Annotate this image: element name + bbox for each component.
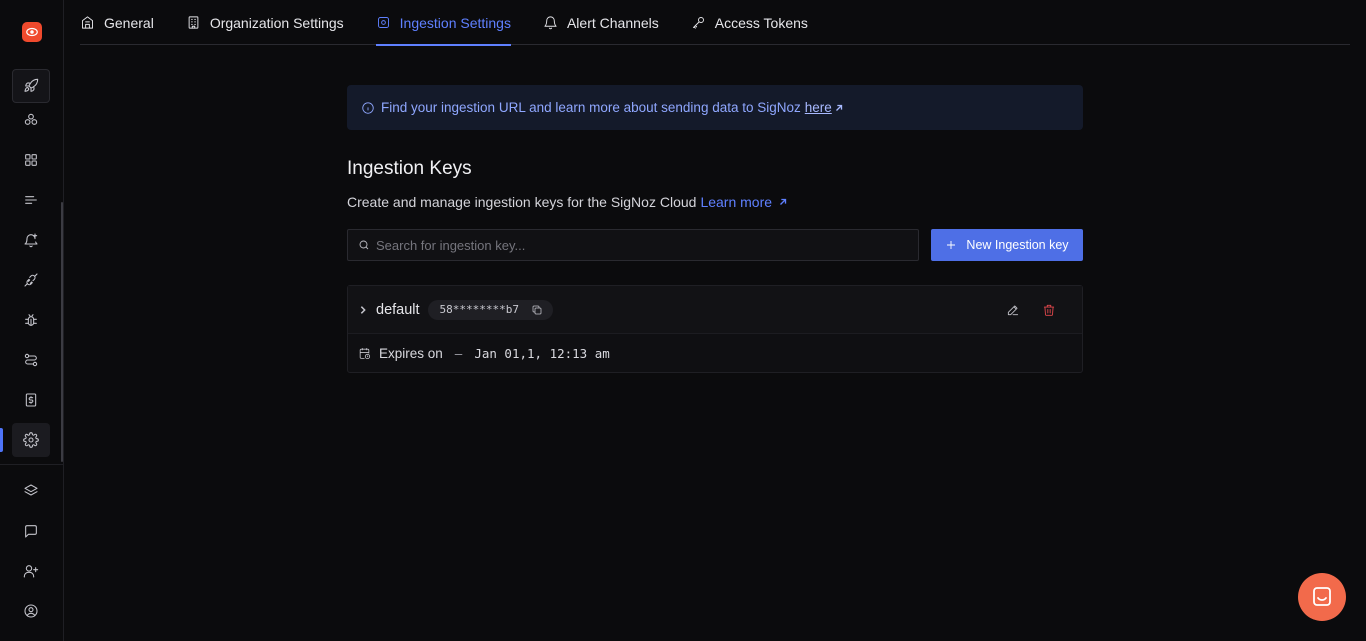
sidebar-dashboards[interactable]: [12, 143, 50, 177]
sidebar-divider: [0, 464, 64, 465]
layers-icon: [24, 484, 38, 496]
learn-more-link[interactable]: Learn more: [700, 194, 772, 210]
tab-general-label: General: [104, 14, 154, 31]
chat-support-button[interactable]: [1298, 573, 1346, 621]
key-expiry-row: Expires on – Jan 01,1, 12:13 am: [348, 334, 1082, 372]
sidebar: [0, 0, 64, 641]
tab-organization-settings[interactable]: Organization Settings: [186, 0, 344, 45]
sidebar-integrations[interactable]: [12, 263, 50, 297]
plug-icon: [24, 273, 38, 287]
copy-icon[interactable]: [531, 304, 543, 316]
tab-ingestion-settings-label: Ingestion Settings: [399, 14, 511, 31]
settings-icon: [377, 17, 389, 28]
ingestion-key-card: default 58********b7 Expires on – Jan 01…: [347, 285, 1083, 373]
rocket-icon: [24, 78, 39, 92]
info-banner-text: Find your ingestion URL and learn more a…: [381, 100, 801, 115]
signoz-logo[interactable]: [22, 22, 42, 42]
new-ingestion-key-label: New Ingestion key: [966, 238, 1069, 252]
route-icon: [24, 353, 38, 367]
user-plus-icon: [23, 565, 39, 578]
sidebar-scrollbar[interactable]: [61, 202, 63, 462]
user-circle-icon: [24, 604, 38, 618]
expires-separator: –: [454, 345, 463, 361]
page-subtitle-text: Create and manage ingestion keys for the…: [347, 194, 697, 210]
chevron-right-icon[interactable]: [358, 305, 368, 315]
eye-logo-icon: [26, 27, 38, 37]
services-icon: [24, 113, 38, 125]
new-ingestion-key-button[interactable]: New Ingestion key: [931, 229, 1083, 261]
tab-organization-settings-label: Organization Settings: [209, 14, 344, 31]
sidebar-settings[interactable]: [12, 423, 50, 457]
settings-tabs: General Organization Settings Ingestion …: [80, 0, 1350, 46]
building-icon: [82, 16, 93, 29]
info-icon: [362, 101, 374, 114]
sidebar-exceptions[interactable]: [12, 303, 50, 337]
key-row-actions: [1006, 303, 1072, 317]
expires-label: Expires on: [379, 345, 443, 361]
external-arrow-icon: [780, 198, 787, 205]
trash-icon[interactable]: [1042, 303, 1056, 317]
chat-icon: [1313, 587, 1331, 606]
info-banner-link[interactable]: here: [805, 100, 832, 115]
search-box: [347, 229, 919, 261]
ingestion-key-row: default 58********b7: [348, 286, 1082, 334]
search-input[interactable]: [376, 237, 908, 253]
sidebar-profile[interactable]: [12, 594, 50, 628]
sidebar-invite-members[interactable]: [12, 554, 50, 588]
edit-icon[interactable]: [1006, 303, 1020, 317]
billing-icon: [25, 393, 37, 407]
bell-icon: [544, 16, 557, 30]
app: General Organization Settings Ingestion …: [0, 0, 1366, 641]
external-arrow-icon: [835, 104, 842, 111]
active-nav-indicator: [0, 428, 3, 452]
page-subtitle: Create and manage ingestion keys for the…: [347, 194, 1083, 210]
info-banner: Find your ingestion URL and learn more a…: [347, 85, 1083, 130]
office-icon: [188, 16, 199, 29]
keys-toolbar: New Ingestion key: [347, 229, 1083, 261]
page-title: Ingestion Keys: [347, 158, 472, 179]
sidebar-logs[interactable]: [12, 183, 50, 217]
key-masked-value: 58********b7: [439, 303, 520, 316]
key-name: default: [376, 301, 420, 318]
message-icon: [25, 525, 37, 538]
tab-access-tokens-label: Access Tokens: [714, 14, 808, 31]
bell-plus-icon: [24, 233, 38, 248]
sidebar-get-started[interactable]: [12, 69, 50, 103]
tab-ingestion-settings[interactable]: Ingestion Settings: [375, 0, 512, 46]
tab-general[interactable]: General: [80, 0, 154, 45]
tab-access-tokens[interactable]: Access Tokens: [691, 0, 808, 45]
plus-icon: [947, 241, 956, 249]
sidebar-workspace[interactable]: [12, 474, 50, 508]
sidebar-billing[interactable]: [12, 383, 50, 417]
sidebar-alerts[interactable]: [12, 223, 50, 257]
sidebar-pipelines[interactable]: [12, 343, 50, 377]
sidebar-services[interactable]: [12, 103, 50, 137]
tab-alert-channels-label: Alert Channels: [566, 14, 659, 31]
calendar-clock-icon: [359, 347, 371, 359]
gear-icon: [23, 432, 39, 448]
expires-value: Jan 01,1, 12:13 am: [474, 345, 610, 361]
key-value-badge: 58********b7: [427, 299, 554, 320]
ingestion-settings-content: Find your ingestion URL and learn more a…: [347, 85, 1083, 373]
sidebar-feedback[interactable]: [12, 514, 50, 548]
logs-icon: [25, 196, 37, 204]
key-icon: [692, 17, 704, 29]
bug-icon: [25, 314, 37, 326]
grid-icon: [25, 154, 37, 166]
tab-alert-channels[interactable]: Alert Channels: [543, 0, 659, 45]
search-icon: [359, 240, 369, 250]
